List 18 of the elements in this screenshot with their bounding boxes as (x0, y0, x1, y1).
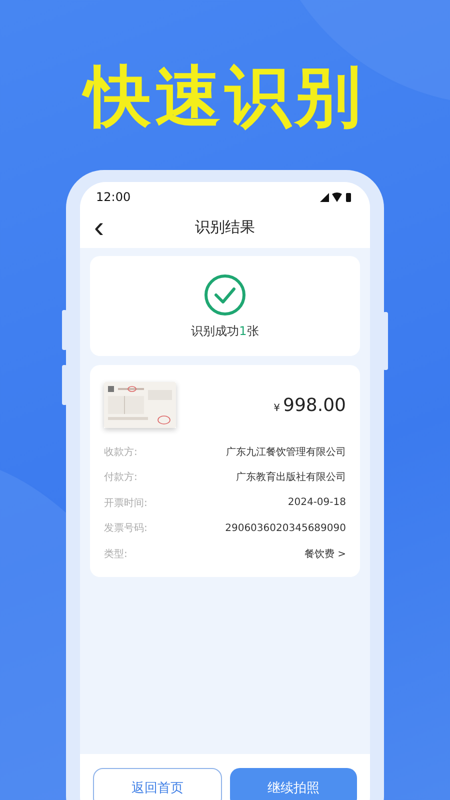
screen-title: 识别结果 (195, 218, 255, 238)
status-time: 12:00 (96, 190, 131, 204)
back-button[interactable]: ‹ (90, 215, 108, 242)
amount: ¥ 998.00 (274, 394, 346, 416)
field-label: 收款方: (104, 446, 138, 459)
field-label: 类型: (104, 548, 128, 561)
check-circle-icon (203, 272, 247, 316)
result-text: 识别成功 1张 (191, 322, 259, 340)
field-value: 2024-09-18 (288, 497, 346, 508)
field-value: 2906036020345689090 (225, 522, 346, 534)
field-label: 发票号码: (104, 522, 148, 536)
field-value: 广东九江餐饮管理有限公司 (226, 446, 346, 459)
field-label: 付款方: (104, 470, 138, 484)
field-value: 广东教育出版社有限公司 (236, 470, 346, 484)
status-icons (320, 192, 354, 202)
field-label: 开票时间: (104, 496, 148, 510)
home-button[interactable]: 返回首页 (93, 768, 222, 800)
category-link[interactable]: 餐饮费 > (304, 546, 346, 561)
